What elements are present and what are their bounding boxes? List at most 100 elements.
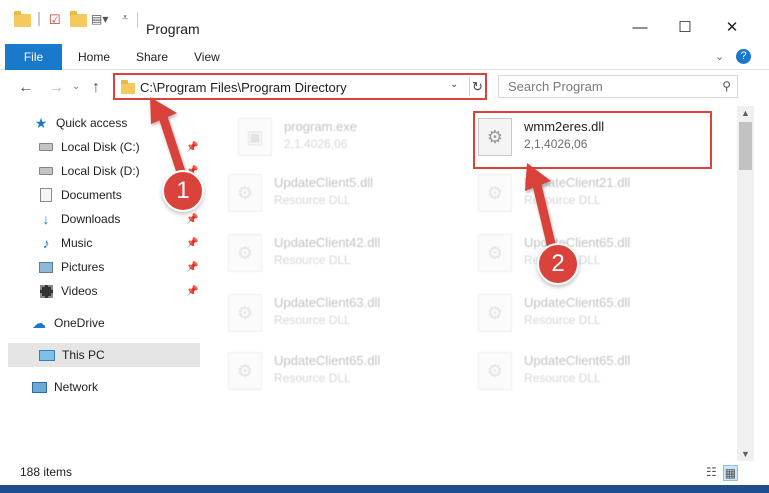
vertical-scrollbar[interactable]: ▲ ▼ — [737, 106, 754, 461]
exe-file-icon: ▣ — [238, 118, 272, 156]
scroll-up-icon[interactable]: ▲ — [741, 108, 750, 118]
file-item[interactable]: ▣ program.exe 2,1,4026,06 — [212, 110, 452, 164]
new-folder-icon[interactable] — [70, 11, 87, 27]
scrollbar-thumb[interactable] — [739, 122, 752, 170]
dll-file-icon: ⚙ — [478, 174, 512, 212]
forward-arrow-icon[interactable]: → — [48, 79, 64, 97]
sidebar-item-label: Quick access — [56, 116, 128, 130]
search-input[interactable]: Search Program — [508, 79, 603, 94]
minimize-button[interactable]: — — [628, 17, 652, 37]
video-icon — [38, 284, 54, 298]
sidebar-item-local-disk-c[interactable]: Local Disk (C:) 📌 — [0, 135, 200, 159]
refresh-icon[interactable]: ↻ — [469, 77, 485, 96]
help-icon[interactable]: ? — [736, 49, 751, 64]
title-bar: ☑ ▤▾ ⩡ Program — ☐ ✕ — [0, 0, 769, 44]
folder-icon — [14, 11, 31, 27]
file-description: Resource DLL — [274, 371, 351, 385]
quick-access-toolbar-menu-icon[interactable]: ⩡ — [122, 12, 128, 25]
details-view-icon[interactable]: ☷ — [706, 465, 717, 481]
dll-file-icon: ⚙ — [228, 174, 262, 212]
item-count: 188 items — [20, 465, 73, 479]
file-item[interactable]: ⚙ UpdateClient65.dll Resource DLL — [452, 344, 692, 398]
toolbar-divider — [38, 12, 40, 26]
sidebar-item-downloads[interactable]: ↓ Downloads 📌 — [0, 207, 200, 231]
tab-file[interactable]: File — [5, 44, 62, 70]
sidebar-item-network[interactable]: Network — [0, 375, 200, 399]
search-box[interactable]: Search Program ⚲ — [498, 75, 738, 98]
large-icons-view-icon[interactable]: ▦ — [722, 465, 739, 481]
file-item[interactable]: ⚙ UpdateClient21.dll Resource DLL — [452, 166, 692, 220]
file-name: UpdateClient42.dll — [274, 235, 381, 250]
file-item[interactable]: ⚙ UpdateClient42.dll Resource DLL — [202, 226, 442, 280]
address-path[interactable]: C:\Program Files\Program Directory — [140, 80, 347, 95]
file-name: UpdateClient63.dll — [274, 295, 381, 310]
pin-icon: 📌 — [186, 141, 199, 153]
sidebar-item-label: Downloads — [61, 212, 121, 226]
file-version: 2,1,4026,06 — [284, 137, 348, 151]
properties-icon[interactable]: ☑ — [49, 12, 61, 28]
chevron-down-icon[interactable]: ⌄ — [715, 50, 724, 63]
pictures-icon — [38, 260, 54, 274]
file-name: program.exe — [284, 119, 357, 134]
drive-icon — [38, 164, 54, 178]
file-item[interactable]: ⚙ UpdateClient63.dll Resource DLL — [202, 286, 442, 340]
file-item[interactable]: ⚙ UpdateClient5.dll Resource DLL — [202, 166, 442, 220]
sidebar-item-onedrive[interactable]: ☁ OneDrive — [0, 311, 200, 335]
sidebar-item-pictures[interactable]: Pictures 📌 — [0, 255, 200, 279]
sidebar-item-label: OneDrive — [54, 316, 105, 330]
sidebar-item-label: Local Disk (C:) — [61, 140, 140, 154]
cloud-icon: ☁ — [32, 314, 46, 331]
sidebar-item-label: Documents — [61, 188, 122, 202]
sidebar-item-label: Pictures — [61, 260, 105, 274]
file-name: UpdateClient5.dll — [274, 175, 374, 190]
tab-home[interactable]: Home — [64, 44, 124, 70]
back-arrow-icon[interactable]: ← — [18, 79, 34, 97]
music-icon: ♪ — [42, 235, 50, 251]
pin-icon: 📌 — [186, 213, 199, 225]
star-icon: ★ — [34, 114, 48, 131]
sidebar-item-label: Local Disk (D:) — [61, 164, 140, 178]
file-description: Resource DLL — [274, 193, 351, 207]
window-title: Program — [146, 21, 200, 37]
taskbar-edge — [0, 485, 769, 493]
address-history-chevron-icon[interactable]: ⌄ — [450, 79, 458, 90]
ribbon-tabs: File Home Share View ⌄ ? — [0, 44, 769, 70]
dll-file-icon: ⚙ — [478, 352, 512, 390]
highlight-box — [473, 111, 712, 169]
pin-icon: 📌 — [186, 261, 199, 273]
recent-locations-chevron-icon[interactable]: ⌄ — [72, 81, 80, 92]
search-icon[interactable]: ⚲ — [722, 79, 731, 93]
sidebar-item-this-pc[interactable]: This PC — [8, 343, 200, 367]
dll-file-icon: ⚙ — [478, 294, 512, 332]
file-item[interactable]: ⚙ UpdateClient65.dll Resource DLL — [202, 344, 442, 398]
pin-icon: 📌 — [186, 237, 199, 249]
view-toggle: ☷ ▦ — [706, 465, 739, 481]
file-item[interactable]: ⚙ UpdateClient65.dll Resource DLL — [452, 286, 692, 340]
sidebar-item-videos[interactable]: Videos 📌 — [0, 279, 200, 303]
up-arrow-icon[interactable]: ↑ — [92, 79, 100, 97]
status-bar: 188 items ☷ ▦ — [0, 461, 769, 483]
quick-access-customize-icon[interactable]: ▤▾ — [91, 12, 108, 26]
sidebar-item-label: Network — [54, 380, 99, 394]
file-description: Resource DLL — [524, 193, 601, 207]
tab-view[interactable]: View — [180, 44, 234, 70]
sidebar-item-music[interactable]: ♪ Music 📌 — [0, 231, 200, 255]
title-divider — [137, 12, 138, 28]
file-description: Resource DLL — [274, 253, 351, 267]
file-description: Resource DLL — [524, 371, 601, 385]
sidebar-item-quick-access[interactable]: ★ Quick access — [0, 111, 200, 135]
drive-icon — [38, 140, 54, 154]
maximize-button[interactable]: ☐ — [673, 17, 697, 37]
documents-icon — [38, 188, 54, 202]
tab-share[interactable]: Share — [122, 44, 182, 70]
dll-file-icon: ⚙ — [228, 234, 262, 272]
sidebar-item-label: Videos — [61, 284, 98, 298]
dll-file-icon: ⚙ — [228, 294, 262, 332]
address-bar[interactable]: C:\Program Files\Program Directory ⌄ ↻ — [113, 73, 487, 100]
scroll-down-icon[interactable]: ▼ — [741, 449, 750, 459]
sidebar-item-label: This PC — [62, 348, 105, 362]
file-name: UpdateClient65.dll — [524, 295, 631, 310]
file-name: UpdateClient65.dll — [524, 235, 631, 250]
close-button[interactable]: ✕ — [720, 17, 744, 37]
sidebar-item-label: Music — [61, 236, 93, 250]
